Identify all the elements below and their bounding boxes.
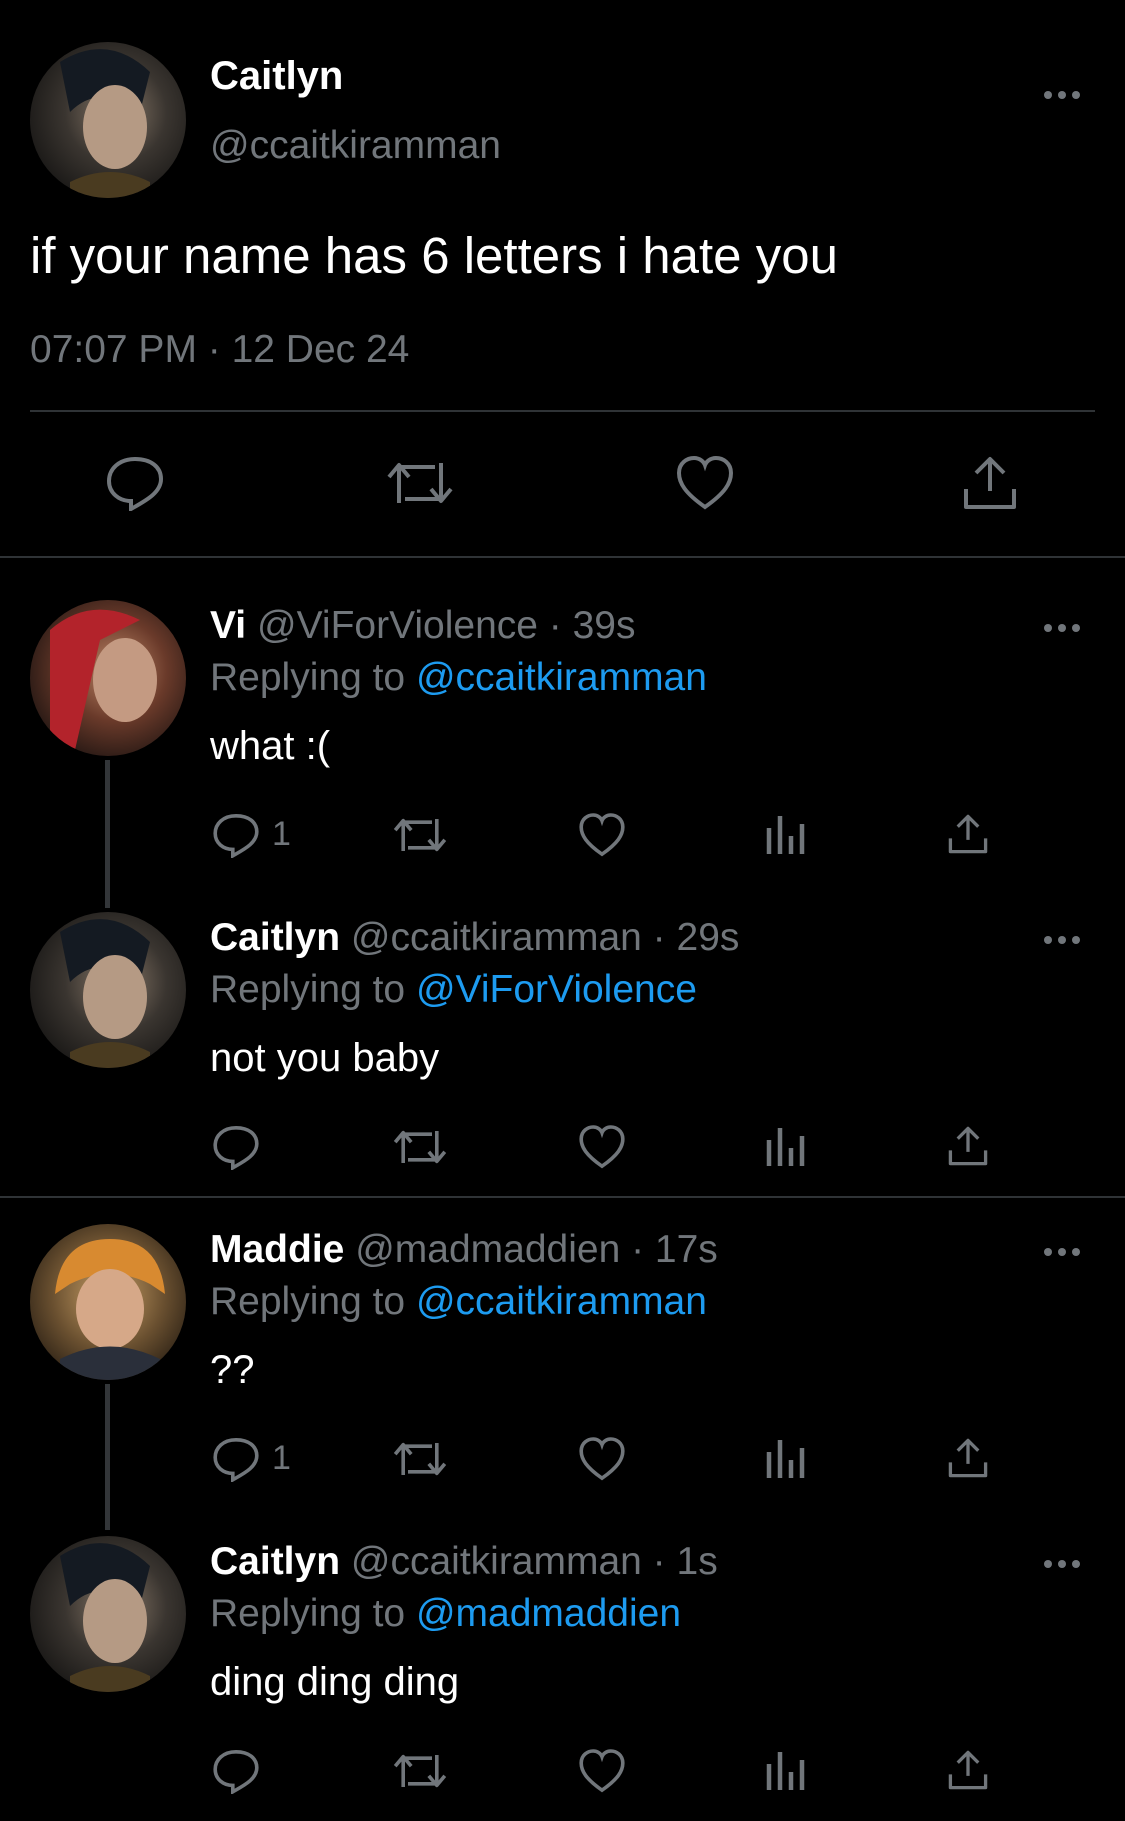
avatar-caitlyn[interactable]: [30, 42, 186, 198]
views-icon[interactable]: [765, 814, 807, 856]
share-icon[interactable]: [946, 1124, 990, 1168]
main-tweet-text: if your name has 6 letters i hate you: [30, 227, 838, 284]
like-icon[interactable]: [675, 455, 735, 511]
like-icon[interactable]: [578, 812, 626, 858]
replying-to: Replying to @ccaitkiramman: [210, 1280, 707, 1324]
reply-handle-time[interactable]: @madmaddien · 17s: [355, 1228, 718, 1271]
replying-to-link[interactable]: @ccaitkiramman: [416, 656, 707, 699]
main-display-name[interactable]: Caitlyn: [210, 54, 343, 99]
reply-display-name[interactable]: Maddie: [210, 1228, 344, 1271]
share-icon[interactable]: [946, 1748, 990, 1792]
more-icon[interactable]: [1042, 930, 1082, 950]
reply-icon[interactable]: [212, 1124, 260, 1170]
retweet-icon[interactable]: [392, 1124, 448, 1170]
replying-label: Replying to: [210, 656, 416, 699]
reply-handle-time[interactable]: @ViForViolence · 39s: [257, 604, 636, 647]
reply-text: what :(: [210, 724, 331, 768]
reply-icon[interactable]: [212, 1436, 260, 1482]
reply-header: Vi @ViForViolence · 39s: [210, 604, 636, 648]
main-handle[interactable]: @ccaitkiramman: [210, 124, 501, 168]
reply-display-name[interactable]: Caitlyn: [210, 1540, 340, 1583]
replying-label: Replying to: [210, 1280, 416, 1323]
reply-header: Maddie @madmaddien · 17s: [210, 1228, 718, 1272]
replying-to-link[interactable]: @madmaddien: [416, 1592, 681, 1635]
views-icon[interactable]: [765, 1126, 807, 1168]
share-icon[interactable]: [946, 812, 990, 856]
more-icon[interactable]: [1042, 85, 1082, 105]
reply-display-name[interactable]: Vi: [210, 604, 246, 647]
avatar-vi[interactable]: [30, 600, 186, 756]
reply-handle-time[interactable]: @ccaitkiramman · 1s: [351, 1540, 718, 1583]
share-icon[interactable]: [946, 1436, 990, 1480]
share-icon[interactable]: [960, 455, 1020, 511]
reply-icon[interactable]: [212, 812, 260, 858]
retweet-icon[interactable]: [392, 1436, 448, 1482]
reply-icon[interactable]: [105, 455, 165, 511]
reply-display-name[interactable]: Caitlyn: [210, 916, 340, 959]
reply-header: Caitlyn @ccaitkiramman · 1s: [210, 1540, 718, 1584]
thread-line: [105, 1384, 110, 1530]
reply-icon[interactable]: [212, 1748, 260, 1794]
replying-to-link[interactable]: @ccaitkiramman: [416, 1280, 707, 1323]
reply-handle-time[interactable]: @ccaitkiramman · 29s: [351, 916, 740, 959]
replying-to-link[interactable]: @ViForViolence: [416, 968, 697, 1011]
replying-to: Replying to @madmaddien: [210, 1592, 681, 1636]
reply-text: not you baby: [210, 1036, 440, 1080]
section-divider: [0, 1196, 1125, 1198]
replying-to: Replying to @ViForViolence: [210, 968, 697, 1012]
replying-label: Replying to: [210, 968, 416, 1011]
replying-label: Replying to: [210, 1592, 416, 1635]
like-icon[interactable]: [578, 1124, 626, 1170]
main-timestamp[interactable]: 07:07 PM · 12 Dec 24: [30, 328, 409, 372]
replying-to: Replying to @ccaitkiramman: [210, 656, 707, 700]
views-icon[interactable]: [765, 1750, 807, 1792]
views-icon[interactable]: [765, 1438, 807, 1480]
reply-header: Caitlyn @ccaitkiramman · 29s: [210, 916, 739, 960]
more-icon[interactable]: [1042, 1554, 1082, 1574]
more-icon[interactable]: [1042, 1242, 1082, 1262]
avatar-maddie[interactable]: [30, 1224, 186, 1380]
reply-count: 1: [272, 1439, 291, 1477]
reply-text: ??: [210, 1348, 255, 1392]
avatar-caitlyn[interactable]: [30, 912, 186, 1068]
retweet-icon[interactable]: [392, 1748, 448, 1794]
main-divider: [30, 410, 1095, 412]
like-icon[interactable]: [578, 1436, 626, 1482]
section-divider: [0, 556, 1125, 558]
reply-text: ding ding ding: [210, 1660, 460, 1704]
avatar-caitlyn[interactable]: [30, 1536, 186, 1692]
retweet-icon[interactable]: [385, 455, 455, 511]
more-icon[interactable]: [1042, 618, 1082, 638]
like-icon[interactable]: [578, 1748, 626, 1794]
reply-count: 1: [272, 815, 291, 853]
retweet-icon[interactable]: [392, 812, 448, 858]
thread-line: [105, 760, 110, 908]
